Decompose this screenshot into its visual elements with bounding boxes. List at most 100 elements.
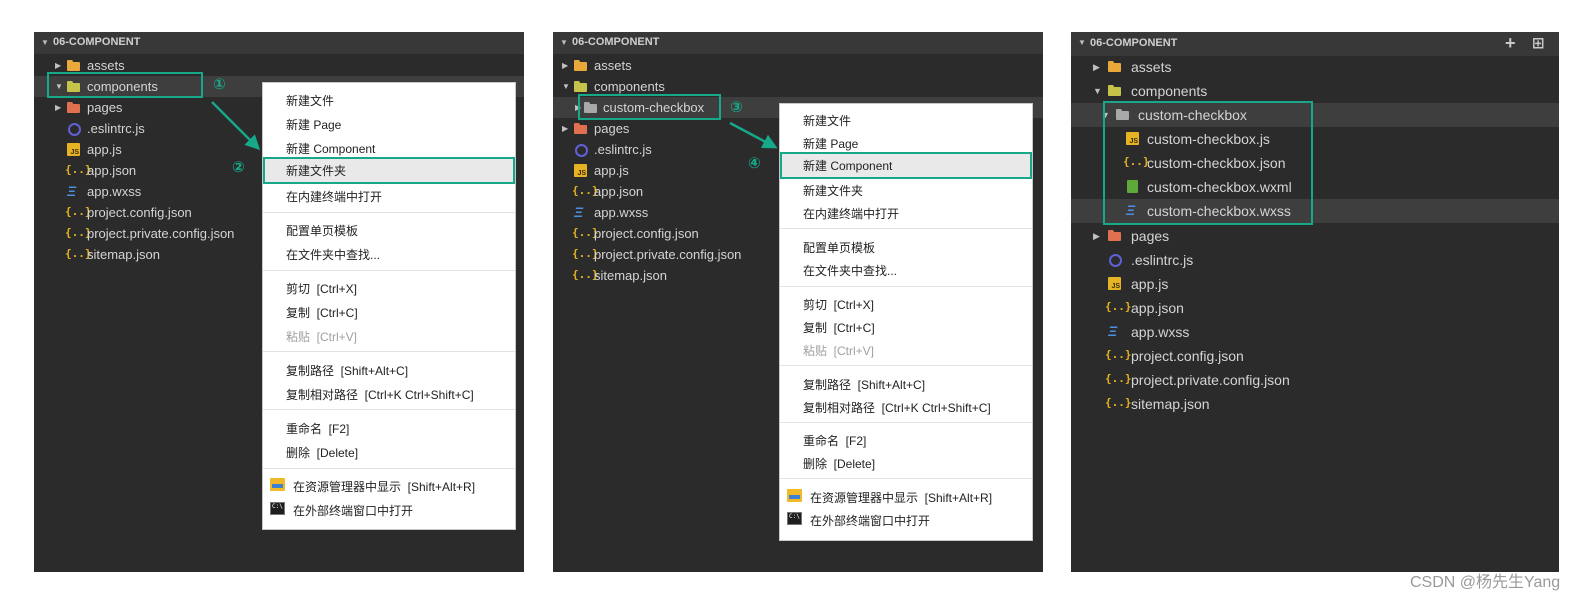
chevron-down-icon: ▼	[1078, 38, 1086, 47]
menu-item-open-terminal[interactable]: 在内建终端中打开	[780, 200, 1032, 223]
menu-item-new-page[interactable]: 新建 Page	[263, 111, 515, 134]
context-menu: 新建文件 新建 Page 新建 Component 新建文件夹 在内建终端中打开…	[779, 103, 1033, 541]
json-file-icon: {..}	[572, 247, 599, 260]
menu-item-cut[interactable]: 剪切 [Ctrl+X]	[263, 275, 515, 298]
menu-item-new-page[interactable]: 新建 Page	[780, 130, 1032, 153]
menu-item-label: 剪切 [Ctrl+X]	[286, 282, 358, 296]
menu-item-label: 复制 [Ctrl+C]	[286, 306, 358, 320]
tree-item-label: project.config.json	[1131, 348, 1244, 364]
menu-item-rename[interactable]: 重命名 [F2]	[780, 427, 1032, 450]
tree-item-assets[interactable]: ▶ assets	[553, 55, 1043, 76]
new-file-button[interactable]: +	[1505, 33, 1516, 54]
tree-item-label: assets	[594, 58, 632, 73]
chevron-right-icon: ▶	[55, 61, 62, 70]
menu-item-new-folder[interactable]: 新建文件夹	[263, 157, 515, 184]
json-file-icon: {..}	[572, 226, 599, 239]
explorer-header[interactable]: ▼ 06-COMPONENT	[553, 32, 1043, 54]
menu-item-find-in-folder[interactable]: 在文件夹中查找...	[780, 257, 1032, 280]
step-badge-4: ④	[748, 155, 761, 172]
menu-item-label: 在外部终端窗口中打开	[810, 514, 931, 528]
menu-item-open-terminal[interactable]: 在内建终端中打开	[263, 183, 515, 206]
menu-item-paste: 粘贴 [Ctrl+V]	[780, 337, 1032, 360]
menu-item-find-in-folder[interactable]: 在文件夹中查找...	[263, 241, 515, 264]
menu-item-label: 粘贴 [Ctrl+V]	[803, 344, 875, 358]
chevron-down-icon: ▼	[1093, 86, 1102, 96]
explorer-title: 06-COMPONENT	[1090, 37, 1178, 49]
menu-separator	[780, 478, 1032, 479]
menu-separator	[263, 351, 515, 352]
menu-item-label: 复制 [Ctrl+C]	[803, 321, 875, 335]
menu-item-cut[interactable]: 剪切 [Ctrl+X]	[780, 291, 1032, 314]
tree-item-label: sitemap.json	[87, 247, 160, 262]
menu-item-rename[interactable]: 重命名 [F2]	[263, 415, 515, 438]
components-folder-icon	[1107, 83, 1123, 98]
menu-item-label: 剪切 [Ctrl+X]	[803, 298, 875, 312]
tree-item-sitemap[interactable]: {..} sitemap.json	[1071, 392, 1559, 416]
menu-item-page-template[interactable]: 配置单页模板	[263, 217, 515, 240]
menu-item-label: 复制路径 [Shift+Alt+C]	[286, 364, 409, 378]
menu-item-new-folder[interactable]: 新建文件夹	[780, 177, 1032, 200]
tree-item-label: app.wxss	[594, 205, 649, 220]
tree-item-label: project.private.config.json	[87, 226, 235, 241]
step-badge-2: ②	[232, 159, 245, 176]
terminal-icon	[787, 512, 802, 525]
menu-separator	[263, 270, 515, 271]
menu-item-new-component[interactable]: 新建 Component	[780, 152, 1032, 179]
new-folder-button[interactable]: ⊞	[1532, 34, 1545, 52]
menu-separator	[780, 422, 1032, 423]
file-explorer-icon	[787, 489, 802, 502]
menu-item-open-external-terminal[interactable]: 在外部终端窗口中打开	[780, 507, 1032, 530]
tree-item-label: app.wxss	[87, 184, 142, 199]
tree-item-app-js[interactable]: JS app.js	[1071, 272, 1559, 296]
menu-item-new-component[interactable]: 新建 Component	[263, 135, 515, 158]
menu-item-label: 新建文件夹	[803, 184, 864, 198]
menu-item-copy[interactable]: 复制 [Ctrl+C]	[780, 314, 1032, 337]
eslint-icon	[1107, 252, 1123, 267]
watermark: CSDN @杨先生Yang	[1410, 574, 1561, 591]
tree-item-eslintrc[interactable]: .eslintrc.js	[1071, 248, 1559, 272]
menu-item-label: 复制相对路径 [Ctrl+K Ctrl+Shift+C]	[803, 401, 991, 415]
tree-item-components[interactable]: ▼ components	[1071, 79, 1559, 103]
step-badge-3: ③	[730, 99, 743, 116]
json-file-icon: {..}	[65, 226, 92, 239]
menu-item-copy-relative-path[interactable]: 复制相对路径 [Ctrl+K Ctrl+Shift+C]	[780, 394, 1032, 417]
js-file-icon: JS	[67, 143, 80, 156]
menu-item-copy-path[interactable]: 复制路径 [Shift+Alt+C]	[780, 371, 1032, 394]
menu-item-delete[interactable]: 删除 [Delete]	[263, 439, 515, 462]
menu-item-label: 粘贴 [Ctrl+V]	[286, 330, 358, 344]
menu-item-reveal-in-explorer[interactable]: 在资源管理器中显示 [Shift+Alt+R]	[263, 473, 515, 496]
highlight-box	[578, 94, 721, 120]
json-file-icon: {..}	[1105, 396, 1132, 409]
menu-item-copy[interactable]: 复制 [Ctrl+C]	[263, 299, 515, 322]
menu-item-copy-path[interactable]: 复制路径 [Shift+Alt+C]	[263, 357, 515, 380]
tree-item-pages[interactable]: ▶ pages	[1071, 224, 1559, 248]
tree-item-label: project.private.config.json	[594, 247, 742, 262]
menu-item-copy-relative-path[interactable]: 复制相对路径 [Ctrl+K Ctrl+Shift+C]	[263, 381, 515, 404]
file-explorer-icon	[270, 478, 285, 491]
menu-item-reveal-in-explorer[interactable]: 在资源管理器中显示 [Shift+Alt+R]	[780, 484, 1032, 507]
tree-item-app-wxss[interactable]: Ξ app.wxss	[1071, 320, 1559, 344]
tree-item-app-json[interactable]: {..} app.json	[1071, 296, 1559, 320]
tree-item-assets[interactable]: ▶ assets	[1071, 55, 1559, 79]
css-file-icon: Ξ	[1108, 323, 1118, 339]
explorer-header[interactable]: ▼ 06-COMPONENT + ⊞	[1071, 32, 1559, 56]
tree-item-project-config[interactable]: {..} project.config.json	[1071, 344, 1559, 368]
step-badge-1: ①	[213, 76, 226, 93]
menu-item-label: 在文件夹中查找...	[286, 248, 381, 262]
menu-item-label: 在内建终端中打开	[286, 190, 383, 204]
tree-item-project-private-config[interactable]: {..} project.private.config.json	[1071, 368, 1559, 392]
menu-item-new-file[interactable]: 新建文件	[263, 87, 515, 110]
menu-item-new-file[interactable]: 新建文件	[780, 107, 1032, 130]
menu-item-open-external-terminal[interactable]: 在外部终端窗口中打开	[263, 497, 515, 520]
menu-item-page-template[interactable]: 配置单页模板	[780, 234, 1032, 257]
tree-item-label: .eslintrc.js	[594, 142, 652, 157]
explorer-header[interactable]: ▼ 06-COMPONENT	[34, 32, 524, 54]
terminal-icon	[270, 502, 285, 515]
tree-item-label: assets	[87, 58, 125, 73]
tree-item-label: sitemap.json	[594, 268, 667, 283]
explorer-panel-3: ▼ 06-COMPONENT + ⊞ ▶ assets ▼ components…	[1071, 32, 1559, 572]
tree-item-label: pages	[594, 121, 630, 136]
css-file-icon: Ξ	[574, 204, 584, 220]
menu-item-delete[interactable]: 删除 [Delete]	[780, 450, 1032, 473]
folder-icon	[66, 58, 82, 73]
